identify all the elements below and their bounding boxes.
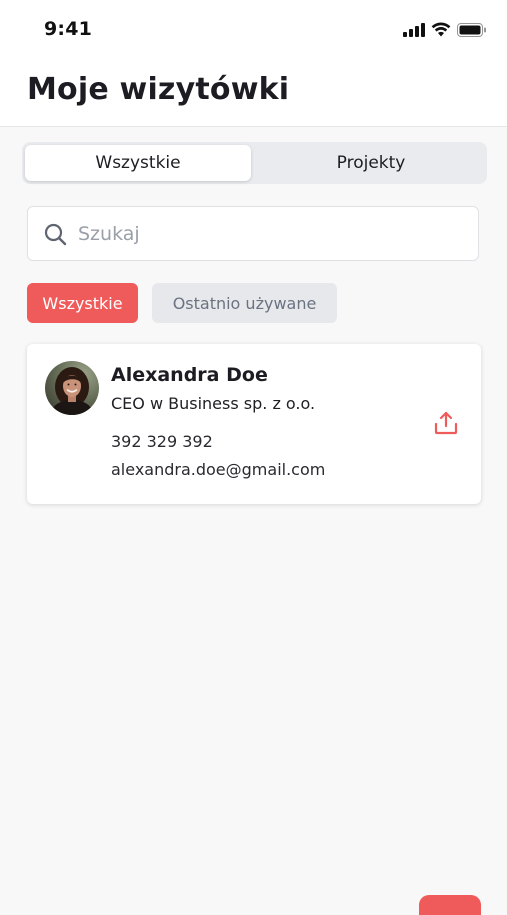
contact-phone: 392 329 392 (111, 432, 213, 451)
search-input[interactable] (78, 217, 458, 251)
avatar (45, 361, 99, 415)
signal-icon (403, 22, 425, 41)
contact-name: Alexandra Doe (111, 364, 268, 386)
floating-action-button[interactable] (419, 895, 481, 915)
top-bar: 9:41 Moje wizytówki (0, 0, 507, 127)
business-card[interactable]: Alexandra Doe CEO w Business sp. z o.o. … (27, 344, 481, 504)
status-bar: 9:41 (0, 0, 507, 60)
segmented-tabs: Wszystkie Projekty (22, 142, 487, 184)
filter-chip-recent[interactable]: Ostatnio używane (152, 283, 337, 323)
search-box (27, 206, 479, 261)
battery-icon (457, 22, 487, 41)
tab-all[interactable]: Wszystkie (25, 145, 251, 181)
share-button[interactable] (429, 408, 463, 442)
tab-projects[interactable]: Projekty (258, 145, 484, 181)
contact-email: alexandra.doe@gmail.com (111, 460, 326, 479)
filter-chip-all[interactable]: Wszystkie (27, 283, 138, 323)
page-title: Moje wizytówki (27, 72, 290, 107)
status-time: 9:41 (44, 18, 93, 40)
share-icon (433, 410, 459, 440)
wifi-icon (431, 22, 451, 41)
status-icons (403, 22, 487, 41)
search-icon (44, 223, 67, 250)
contact-job-title: CEO w Business sp. z o.o. (111, 394, 316, 413)
